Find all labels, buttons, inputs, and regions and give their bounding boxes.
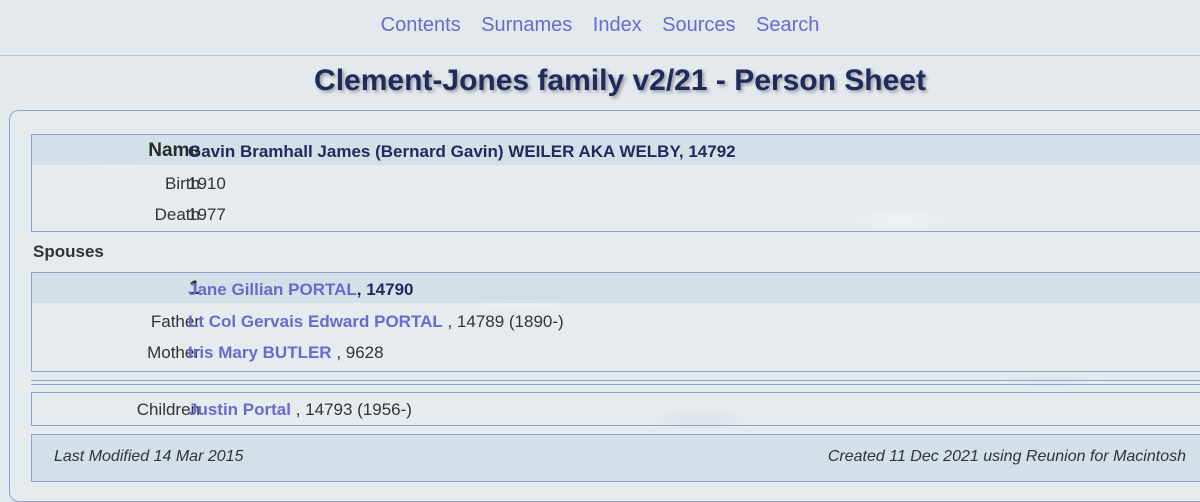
person-details-box: Name Gavin Bramhall James (Bernard Gavin… [31,134,1200,232]
mother-detail: , 9628 [331,343,384,362]
birth-row: Birth 1910 [32,167,1200,197]
death-row: Death 1977 [32,198,1200,228]
spouse-id: , 14790 [356,280,414,299]
death-value: 1977 [188,205,226,224]
father-detail: , 14789 (1890-) [442,312,564,331]
children-row: Children Justin Portal , 14793 (1956-) [32,393,1200,423]
mother-name-link[interactable]: Iris Mary BUTLER [188,343,332,362]
spouse-name-link[interactable]: Jane Gillian PORTAL [188,280,357,299]
name-row: Name Gavin Bramhall James (Bernard Gavin… [32,135,1200,165]
section-divider [31,380,1200,385]
spouse-row: 1 Jane Gillian PORTAL, 14790 [32,273,1200,303]
children-box: Children Justin Portal , 14793 (1956-) [31,392,1200,426]
nav-search-link[interactable]: Search [756,14,819,37]
mother-row: Mother Iris Mary BUTLER , 9628 [32,336,1200,366]
father-row: Father Lt Col Gervais Edward PORTAL , 14… [32,305,1200,335]
nav-sources-link[interactable]: Sources [662,14,735,37]
nav-index-link[interactable]: Index [593,14,642,37]
spouse-box: 1 Jane Gillian PORTAL, 14790 Father Lt C… [31,272,1200,372]
last-modified-text: Last Modified 14 Mar 2015 [54,448,244,465]
child-name-link[interactable]: Justin Portal [188,400,291,419]
child-detail: , 14793 (1956-) [290,400,412,419]
father-name-link[interactable]: Lt Col Gervais Edward PORTAL [188,312,443,331]
top-navigation: Contents Surnames Index Sources Search [0,0,1200,56]
footer-bar: Last Modified 14 Mar 2015 Created 11 Dec… [31,434,1200,482]
nav-contents-link[interactable]: Contents [381,14,461,37]
spouses-heading: Spouses [33,242,104,261]
created-text: Created 11 Dec 2021 using Reunion for Ma… [827,448,1186,465]
name-value: Gavin Bramhall James (Bernard Gavin) WEI… [188,142,736,161]
birth-value: 1910 [188,174,226,193]
nav-surnames-link[interactable]: Surnames [481,14,572,37]
page-title: Clement-Jones family v2/21 - Person Shee… [314,64,926,97]
